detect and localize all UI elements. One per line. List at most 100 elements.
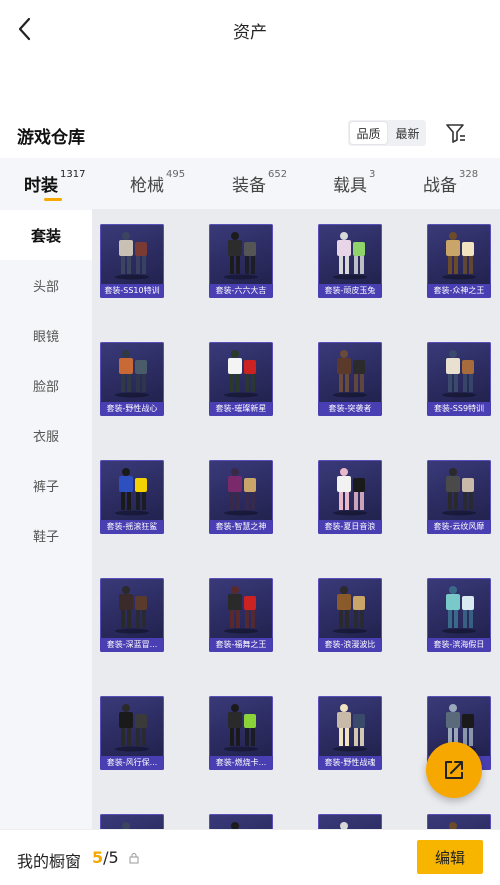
share-button[interactable] — [426, 742, 482, 798]
outfit-card[interactable]: 套装-野性战魂 — [318, 696, 382, 770]
outfit-card[interactable]: 套装-夏日音浪 — [318, 460, 382, 534]
showcase-bar: 我的橱窗 5/5 编辑 — [0, 829, 500, 885]
top-bar: 资产 — [0, 0, 500, 58]
showcase-label: 我的橱窗 — [17, 852, 82, 871]
outfit-thumbnail — [442, 350, 476, 398]
filter-button[interactable] — [444, 121, 468, 145]
outfit-thumbnail — [115, 350, 149, 398]
outfit-name: 套装-野性战心 — [100, 402, 164, 416]
warehouse-header: 游戏仓库 品质 最新 — [0, 118, 500, 154]
item-grid: 套装-SS10特训 套装-六六大吉 套装-顽皮玉兔 套装-众神之王 套装-野性战心 套装-… — [92, 209, 500, 829]
outfit-name: 套装-深蓝冒... — [100, 638, 164, 652]
tab-supplies[interactable]: 战备328 — [423, 169, 479, 196]
outfit-thumbnail — [442, 586, 476, 634]
outfit-card[interactable]: 套装-深蓝冒... — [100, 578, 164, 652]
outfit-name: 套装-夏日音浪 — [318, 520, 382, 534]
outfit-thumbnail — [442, 232, 476, 280]
showcase-count: 5/5 — [92, 848, 119, 867]
category-tabs: 时装1317 枪械495 装备652 载具3 战备328 — [0, 158, 500, 209]
outfit-thumbnail — [224, 704, 258, 752]
tab-label: 载具 — [333, 176, 367, 196]
outfit-thumbnail — [224, 232, 258, 280]
tab-count: 495 — [166, 169, 186, 180]
tab-fashion[interactable]: 时装1317 — [24, 169, 86, 196]
outfit-thumbnail — [224, 586, 258, 634]
outfit-thumbnail — [122, 822, 130, 829]
outfit-card[interactable] — [209, 814, 273, 829]
outfit-card[interactable]: 套装-云纹风靡 — [427, 460, 491, 534]
outfit-name: 套装-SS10特训 — [100, 284, 164, 298]
tab-label: 装备 — [232, 176, 266, 196]
outfit-name: 套装-SS9特训 — [427, 402, 491, 416]
sort-toggle: 品质 最新 — [348, 120, 426, 146]
outfit-card[interactable]: 套装-滨海假日 — [427, 578, 491, 652]
outfit-name: 套装-风行保... — [100, 756, 164, 770]
tab-count: 3 — [369, 169, 376, 180]
sidebar-item-pants[interactable]: 裤子 — [0, 460, 92, 510]
outfit-card[interactable]: 套装-SS9特训 — [427, 342, 491, 416]
outfit-name: 套装-智慧之神 — [209, 520, 273, 534]
tab-equipment[interactable]: 装备652 — [232, 169, 288, 196]
outfit-thumbnail — [333, 350, 367, 398]
outfit-name: 套装-滨海假日 — [427, 638, 491, 652]
tab-count: 328 — [459, 169, 479, 180]
outfit-thumbnail — [224, 350, 258, 398]
outfit-card[interactable]: 套装-浪漫波比 — [318, 578, 382, 652]
outfit-card[interactable]: 套装-顽皮玉兔 — [318, 224, 382, 298]
outfit-thumbnail — [115, 468, 149, 516]
outfit-card[interactable] — [318, 814, 382, 829]
tab-label: 时装 — [24, 176, 58, 196]
sidebar-item-shoes[interactable]: 鞋子 — [0, 510, 92, 560]
outfit-name: 套装-顽皮玉兔 — [318, 284, 382, 298]
sidebar-item-glasses[interactable]: 眼镜 — [0, 310, 92, 360]
outfit-card[interactable]: 套装-智慧之神 — [209, 460, 273, 534]
outfit-name: 套装-野性战魂 — [318, 756, 382, 770]
tab-label: 战备 — [423, 176, 457, 196]
outfit-card[interactable]: 套装-众神之王 — [427, 224, 491, 298]
outfit-card[interactable] — [100, 814, 164, 829]
edit-button[interactable]: 编辑 — [417, 840, 483, 874]
tab-vehicles[interactable]: 载具3 — [333, 169, 376, 196]
outfit-name: 套装-燃烧卡... — [209, 756, 273, 770]
tab-guns[interactable]: 枪械495 — [130, 169, 186, 196]
external-link-icon — [445, 761, 463, 779]
tab-count: 652 — [268, 169, 288, 180]
showcase-current: 5 — [92, 848, 104, 867]
tab-count: 1317 — [60, 169, 86, 180]
outfit-thumbnail — [333, 586, 367, 634]
sort-quality-button[interactable]: 品质 — [350, 122, 387, 144]
outfit-card[interactable]: 套装-摇滚狂鲨 — [100, 460, 164, 534]
outfit-card[interactable]: 套装-璀璨新星 — [209, 342, 273, 416]
showcase-total: /5 — [103, 848, 119, 867]
page-title: 资产 — [233, 23, 267, 43]
outfit-card[interactable]: 套装-SS10特训 — [100, 224, 164, 298]
outfit-thumbnail — [115, 586, 149, 634]
outfit-thumbnail — [340, 822, 348, 829]
outfit-name: 套装-摇滚狂鲨 — [100, 520, 164, 534]
filter-icon — [446, 124, 465, 143]
sidebar-item-head[interactable]: 头部 — [0, 260, 92, 310]
outfit-name: 套装-突袭者 — [318, 402, 382, 416]
outfit-card[interactable]: 套装-福舞之王 — [209, 578, 273, 652]
outfit-thumbnail — [115, 232, 149, 280]
active-tab-indicator — [44, 198, 62, 201]
lock-icon — [129, 853, 139, 864]
sidebar-item-clothes[interactable]: 衣服 — [0, 410, 92, 460]
sort-newest-button[interactable]: 最新 — [389, 120, 426, 146]
sidebar-item-face[interactable]: 脸部 — [0, 360, 92, 410]
sidebar: 套装 头部 眼镜 脸部 衣服 裤子 鞋子 — [0, 209, 92, 829]
outfit-thumbnail — [442, 468, 476, 516]
outfit-card[interactable]: 套装-燃烧卡... — [209, 696, 273, 770]
outfit-name: 套装-浪漫波比 — [318, 638, 382, 652]
tab-label: 枪械 — [130, 176, 164, 196]
outfit-card[interactable]: 套装-六六大吉 — [209, 224, 273, 298]
sidebar-item-sets[interactable]: 套装 — [0, 210, 92, 260]
outfit-thumbnail — [115, 704, 149, 752]
outfit-thumbnail — [231, 822, 239, 829]
outfit-card[interactable]: 套装-突袭者 — [318, 342, 382, 416]
outfit-thumbnail — [333, 232, 367, 280]
outfit-thumbnail — [449, 822, 457, 829]
outfit-card[interactable]: 套装-野性战心 — [100, 342, 164, 416]
outfit-card[interactable] — [427, 814, 491, 829]
outfit-card[interactable]: 套装-风行保... — [100, 696, 164, 770]
